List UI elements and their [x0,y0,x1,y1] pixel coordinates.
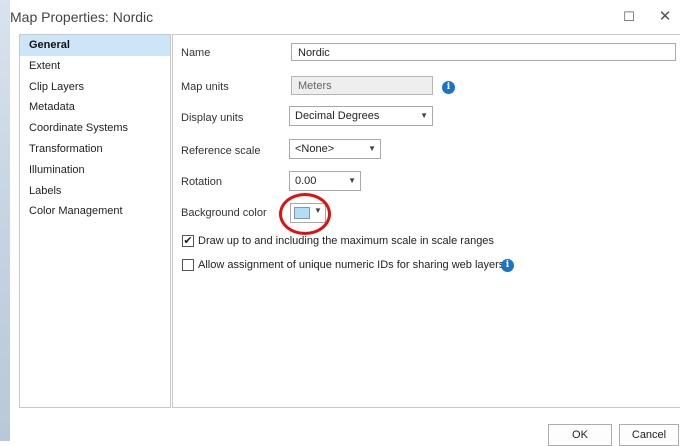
sidebar-item-color-management[interactable]: Color Management [20,201,170,222]
sidebar-item-general[interactable]: General [20,35,170,56]
rotation-combobox[interactable]: 0.00 ▼ [289,171,361,191]
display-units-dropdown[interactable]: Decimal Degrees ▼ [289,106,433,126]
reference-scale-value: <None> [295,143,335,155]
display-units-label: Display units [181,112,244,124]
unique-ids-label: Allow assignment of unique numeric IDs f… [198,259,505,271]
rotation-label: Rotation [181,176,222,188]
draw-max-scale-label: Draw up to and including the maximum sca… [198,235,494,247]
close-button[interactable]: ✕ [650,6,680,28]
info-icon[interactable]: i [442,81,455,94]
draw-max-scale-checkbox[interactable]: ✔ [182,235,194,247]
name-input[interactable]: Nordic [291,43,676,61]
info-icon[interactable]: i [501,259,514,272]
background-color-label: Background color [181,207,267,219]
map-units-field: Meters [291,76,433,95]
name-label: Name [181,47,211,59]
display-units-value: Decimal Degrees [295,110,380,122]
unique-ids-checkbox[interactable] [182,259,194,271]
dialog-title: Map Properties: Nordic [10,9,154,25]
sidebar-item-illumination[interactable]: Illumination [20,160,170,181]
sidebar-item-metadata[interactable]: Metadata [20,97,170,118]
red-highlight-circle [279,193,331,235]
sidebar-item-transformation[interactable]: Transformation [20,139,170,160]
reference-scale-dropdown[interactable]: <None> ▼ [289,139,381,159]
maximize-button[interactable]: ☐ [614,6,644,28]
chevron-down-icon: ▼ [348,176,356,185]
properties-sidebar: General Extent Clip Layers Metadata Coor… [19,34,171,408]
sidebar-item-labels[interactable]: Labels [20,181,170,202]
chevron-down-icon: ▼ [368,144,376,153]
chevron-down-icon: ▼ [420,111,428,120]
title-bar: Map Properties: Nordic ☐ ✕ [10,0,680,32]
ok-button[interactable]: OK [548,424,612,446]
map-properties-dialog: Map Properties: Nordic ☐ ✕ General Exten… [10,0,680,446]
background-window-edge [0,0,10,441]
map-units-label: Map units [181,81,229,93]
rotation-value: 0.00 [295,175,317,187]
sidebar-item-extent[interactable]: Extent [20,56,170,77]
sidebar-item-coordinate-systems[interactable]: Coordinate Systems [20,118,170,139]
reference-scale-label: Reference scale [181,145,261,157]
sidebar-item-clip-layers[interactable]: Clip Layers [20,77,170,98]
cancel-button[interactable]: Cancel [619,424,679,446]
